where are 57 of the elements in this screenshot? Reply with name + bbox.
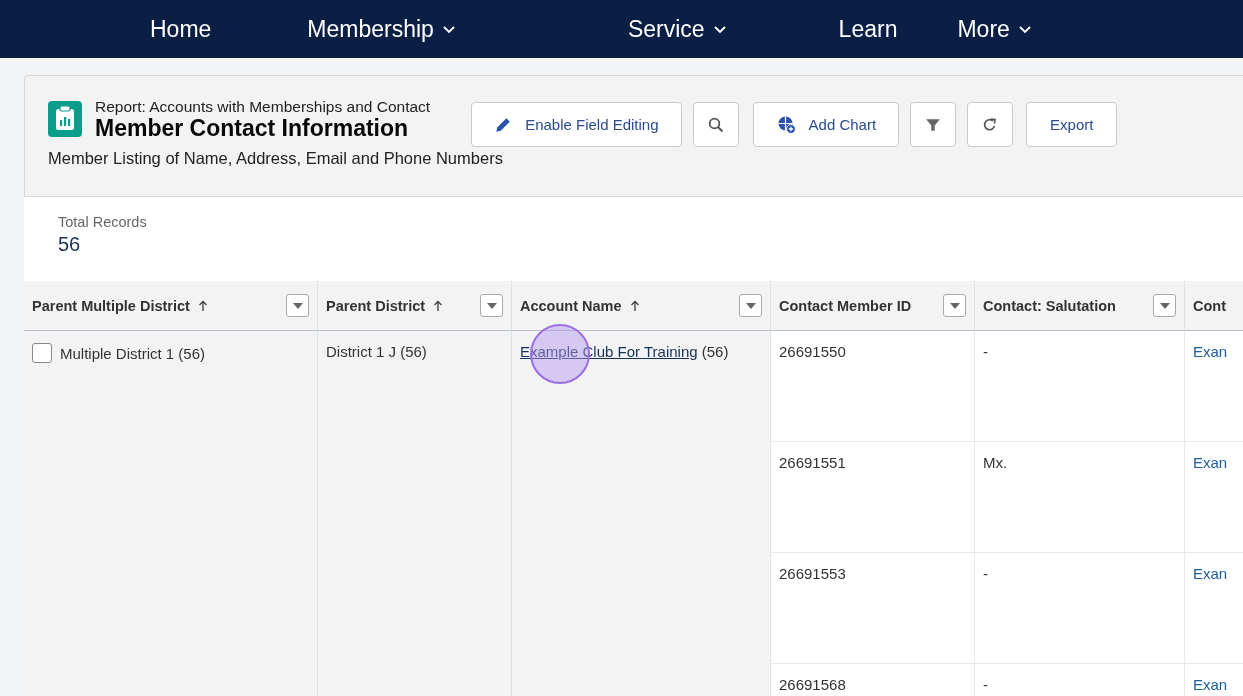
column-header-label: Contact: Salutation <box>983 297 1116 314</box>
report-type-label: Report: Accounts with Memberships and Contact <box>95 98 431 116</box>
group-label: Multiple District 1 (56) <box>60 344 206 362</box>
contact-link[interactable]: Exan <box>1193 343 1228 360</box>
nav-link[interactable]: Membership <box>307 15 456 43</box>
table-cell: - <box>983 343 988 360</box>
column-header[interactable]: Parent District <box>318 281 512 331</box>
checkbox[interactable] <box>32 343 52 363</box>
nav-link[interactable]: Service <box>627 15 727 43</box>
caret-down-icon <box>292 302 303 309</box>
refresh-icon <box>982 116 999 133</box>
column-header[interactable]: Contact Member ID <box>771 281 975 331</box>
pencil-icon <box>494 115 513 134</box>
column-header-label: Cont <box>1193 297 1226 314</box>
column-header[interactable]: Account Name <box>512 281 771 331</box>
contact-link[interactable]: Exan <box>1193 565 1228 582</box>
nav-link[interactable]: Home <box>150 15 212 43</box>
caret-down-icon <box>486 302 497 309</box>
toolbar-button[interactable]: Export <box>1026 102 1118 147</box>
group-label: District 1 J (56) <box>326 343 427 360</box>
total-records-label: Total Records <box>58 214 148 230</box>
column-header-label: Parent Multiple District <box>32 297 190 314</box>
table-cell: - <box>983 676 988 693</box>
column-header-label: Contact Member ID <box>779 297 912 314</box>
column-menu-button[interactable] <box>1153 294 1176 317</box>
column-menu-button[interactable] <box>286 294 309 317</box>
toolbar-button[interactable]: Add Chart <box>752 102 900 147</box>
table-cell: 26691551 <box>779 454 846 471</box>
column-header-label: Parent District <box>326 297 426 314</box>
caret-down-icon <box>949 302 960 309</box>
report-icon <box>48 101 82 137</box>
refresh-button[interactable] <box>967 102 1014 147</box>
pie-chart-plus-icon <box>777 115 796 134</box>
table-cell: Mx. <box>983 454 1008 471</box>
report-title: Member Contact Information <box>95 116 410 140</box>
column-menu-button[interactable] <box>739 294 762 317</box>
caret-down-icon <box>745 302 756 309</box>
column-header-label: Account Name <box>520 297 622 314</box>
search-icon <box>707 116 724 133</box>
nav-link[interactable]: Learn <box>838 15 898 43</box>
toolbar-button[interactable]: Enable Field Editing <box>471 102 682 147</box>
column-header[interactable]: Parent Multiple District <box>24 281 318 331</box>
table-cell: 26691550 <box>779 343 846 360</box>
column-menu-button[interactable] <box>943 294 966 317</box>
filter-button[interactable] <box>910 102 957 147</box>
total-records-value: 56 <box>58 233 82 256</box>
report-description: Member Listing of Name, Address, Email and Phone Numbers <box>48 149 504 168</box>
column-header[interactable]: Contact: Salutation <box>975 281 1185 331</box>
nav-link[interactable]: More <box>957 15 1032 43</box>
table-cell: 26691568 <box>779 676 846 693</box>
column-menu-button[interactable] <box>480 294 503 317</box>
caret-down-icon <box>1159 302 1170 309</box>
search-button[interactable] <box>692 102 739 147</box>
contact-link[interactable]: Exan <box>1193 454 1228 471</box>
table-cell: - <box>983 565 988 582</box>
filter-icon <box>925 116 942 133</box>
table-cell: 26691553 <box>779 565 846 582</box>
